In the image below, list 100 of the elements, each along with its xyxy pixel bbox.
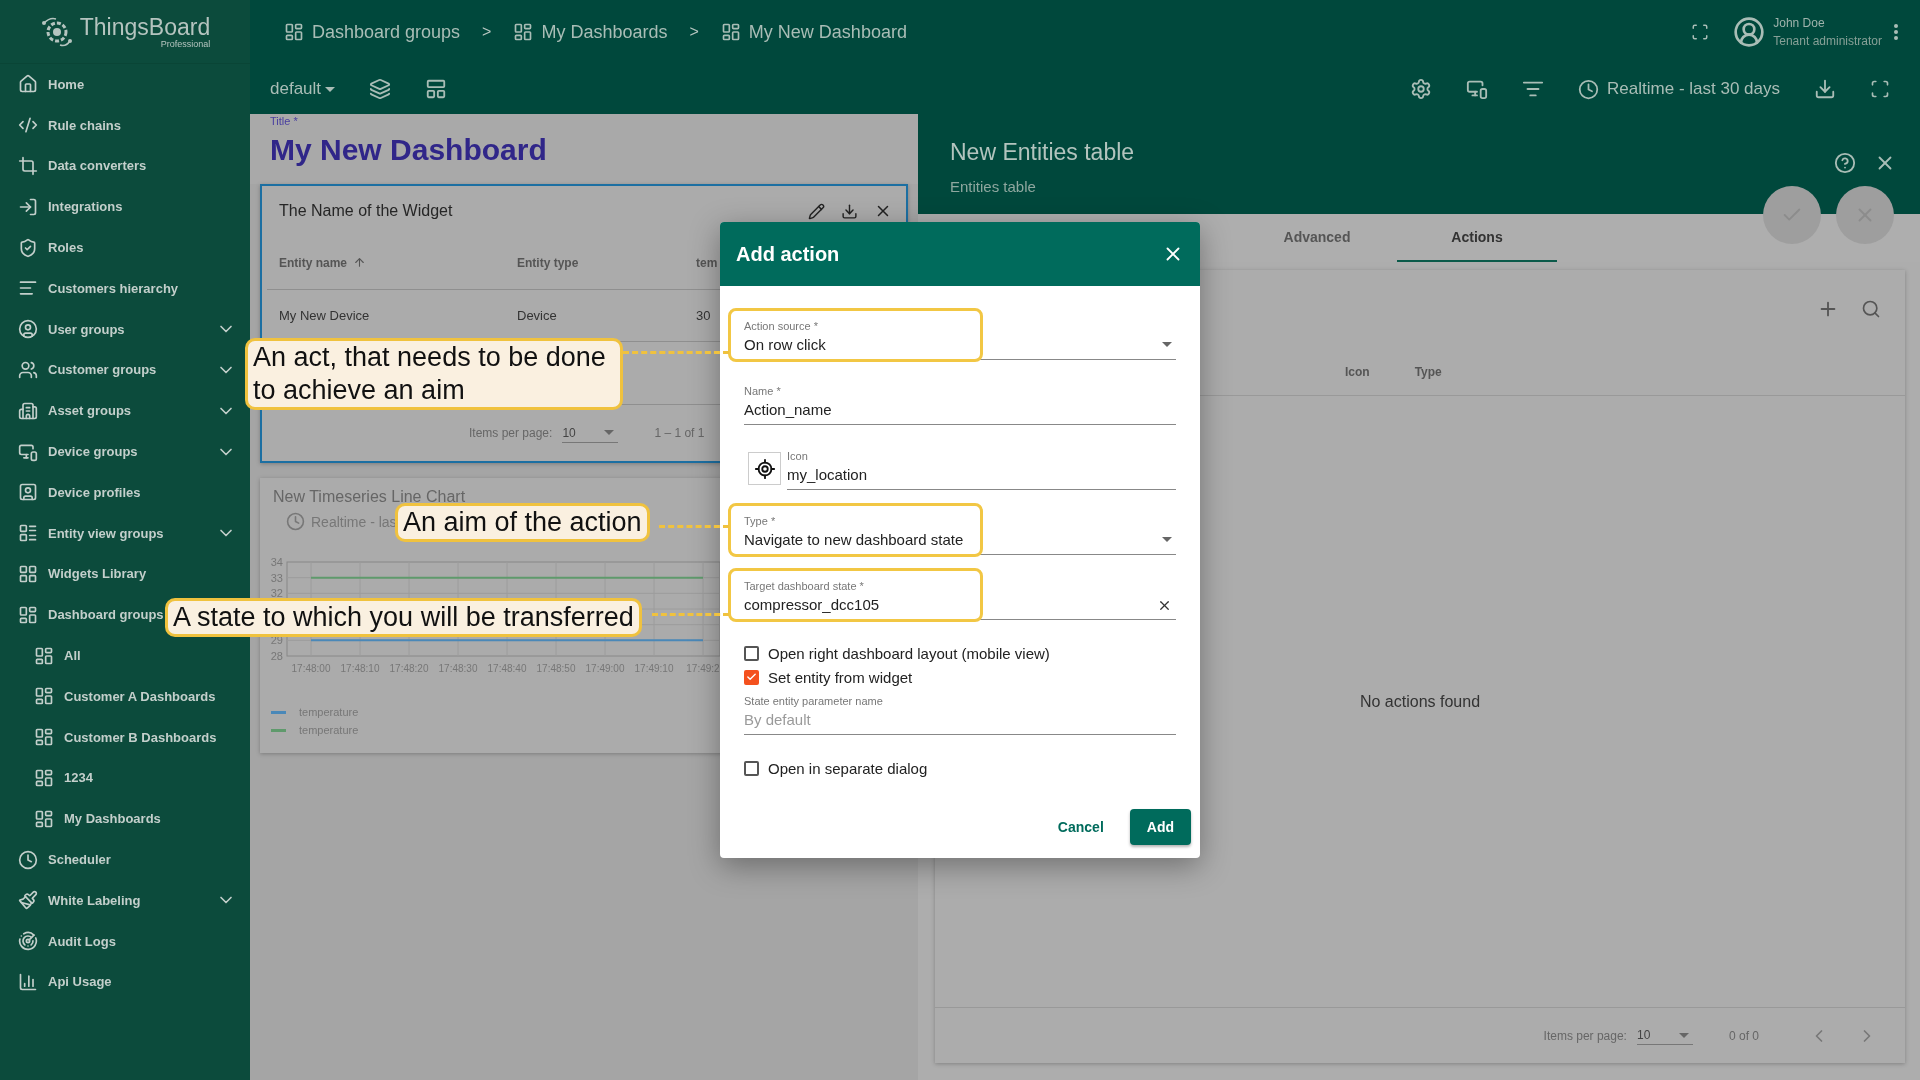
sidebar-item[interactable]: White Labeling — [0, 879, 250, 921]
sidebar-item[interactable]: Entity view groups — [0, 512, 250, 554]
field-value: Navigate to new dashboard state — [744, 531, 964, 548]
sidebar-label: Home — [48, 76, 85, 92]
breadcrumb-separator: > — [482, 23, 492, 41]
search-button[interactable] — [1861, 299, 1881, 319]
devices-icon — [1466, 78, 1489, 100]
clear-button[interactable] — [1157, 598, 1172, 613]
breadcrumb-link[interactable]: My Dashboards — [513, 21, 668, 43]
more-menu-button[interactable] — [1894, 24, 1898, 40]
dialog-title: Add action — [736, 242, 841, 266]
input-field[interactable]: State entity parameter name By default — [744, 688, 1176, 735]
sidebar-item[interactable]: Device groups — [0, 431, 250, 472]
sidebar-label: Device groups — [48, 444, 138, 460]
devices-button[interactable] — [1466, 78, 1489, 100]
sidebar-item[interactable]: Home — [0, 64, 250, 105]
field-label: Title * — [270, 115, 299, 127]
sidebar-label: Data converters — [48, 158, 147, 174]
page-size-select[interactable]: 10 — [562, 423, 619, 443]
sidebar-item[interactable]: Api Usage — [0, 961, 250, 1003]
page-size-select[interactable]: 10 — [1636, 1026, 1693, 1045]
sidebar-item[interactable]: Widgets Library — [0, 553, 250, 595]
sidebar-item[interactable]: Device profiles — [0, 471, 250, 513]
field-label: Target dashboard state * — [744, 580, 865, 592]
sidebar-item[interactable]: My Dashboards — [0, 798, 250, 840]
login-icon — [18, 196, 38, 217]
sidebar-item[interactable]: Customers hierarchy — [0, 268, 250, 309]
callout-tooltip: An aim of the action — [395, 503, 650, 542]
sidebar-item[interactable]: Audit Logs — [0, 920, 250, 962]
tab[interactable]: Advanced — [1237, 214, 1397, 262]
download-button[interactable] — [841, 202, 858, 220]
radar-icon — [18, 931, 38, 952]
tab[interactable]: Actions — [1397, 214, 1557, 262]
edit-button[interactable] — [808, 202, 825, 220]
checkbox[interactable] — [744, 645, 759, 661]
breadcrumb-link[interactable]: Dashboard groups — [284, 21, 461, 43]
layout-button[interactable] — [425, 78, 448, 100]
icon-preview[interactable] — [748, 452, 781, 485]
empty-message: No actions found — [1359, 692, 1481, 711]
clock-icon — [18, 849, 38, 870]
clock-icon — [286, 512, 305, 531]
settings-button[interactable] — [1410, 78, 1433, 100]
column-header: Icon — [1345, 364, 1370, 379]
sidebar-item[interactable]: Scheduler — [0, 839, 250, 880]
sidebar-label: All — [64, 648, 81, 664]
search-icon — [1861, 299, 1881, 319]
add-button[interactable]: Add — [1129, 808, 1191, 845]
sidebar-label: Integrations — [48, 199, 123, 215]
caret-icon — [1162, 342, 1172, 347]
sidebar-label: Scheduler — [48, 852, 111, 868]
checkbox[interactable] — [744, 669, 759, 685]
sidebar-label: Dashboard groups — [48, 607, 164, 623]
layers-icon — [369, 78, 392, 100]
help-icon — [1834, 152, 1856, 174]
checkbox-label: Open in separate dialog — [768, 759, 928, 777]
field-value: On row click — [744, 336, 826, 353]
breadcrumb-link[interactable]: My New Dashboard — [720, 21, 907, 43]
text-input[interactable]: Action_name — [744, 401, 1176, 424]
sidebar-label: Widgets Library — [48, 566, 147, 582]
input-field[interactable]: Icon my_location — [787, 443, 1176, 490]
bar-chart-icon — [18, 971, 38, 992]
checkbox[interactable] — [744, 760, 759, 776]
download-icon — [1814, 78, 1836, 100]
sidebar-label: User groups — [48, 321, 125, 337]
sidebar-label: Entity view groups — [48, 525, 164, 541]
widget-title: New Timeseries Line Chart — [272, 487, 467, 506]
sidebar-item[interactable]: Roles — [0, 227, 250, 268]
sidebar-item[interactable]: 1234 — [0, 757, 250, 799]
text-input[interactable]: By default — [744, 711, 1176, 734]
dashboard-icon — [720, 22, 741, 42]
settings-icon — [1410, 78, 1433, 100]
sidebar-item[interactable]: Customer B Dashboards — [0, 716, 250, 758]
sidebar-item[interactable]: Integrations — [0, 186, 250, 228]
fullscreen-button[interactable] — [1691, 23, 1710, 41]
panel-subtitle: Entities table — [950, 178, 1036, 195]
help-button[interactable] — [1834, 152, 1856, 174]
sidebar-label: Customer A Dashboards — [64, 688, 216, 704]
sidebar-item[interactable]: Customer A Dashboards — [0, 675, 250, 717]
timewindow-button[interactable]: Realtime - last 30 days — [1578, 78, 1780, 100]
fullscreen-icon — [1691, 23, 1710, 41]
sidebar-label: My Dashboards — [64, 811, 161, 827]
column-header[interactable]: Entity type — [517, 255, 696, 270]
sidebar-label: Api Usage — [48, 974, 112, 990]
dashboard-icon — [284, 22, 304, 42]
sidebar-item[interactable]: Rule chains — [0, 104, 250, 146]
fullscreen-button[interactable] — [1870, 79, 1890, 99]
page-range: 0 of 0 — [1728, 1028, 1759, 1043]
sidebar-label: Roles — [48, 240, 84, 256]
column-header[interactable]: Entity name — [279, 255, 517, 270]
download-button[interactable] — [1814, 78, 1836, 100]
sidebar-item[interactable]: Data converters — [0, 145, 250, 187]
text-input[interactable]: my_location — [787, 466, 1176, 489]
layout-select[interactable]: default — [270, 79, 336, 99]
cancel-button[interactable]: Cancel — [1047, 808, 1114, 845]
field-label: Type * — [744, 515, 777, 527]
input-field[interactable]: Name * Action_name — [744, 378, 1176, 425]
sidebar-item[interactable]: All — [0, 635, 250, 676]
checkbox-label: Open right dashboard layout (mobile view) — [768, 644, 1050, 662]
layers-button[interactable] — [369, 78, 392, 100]
grid-icon — [18, 563, 38, 584]
